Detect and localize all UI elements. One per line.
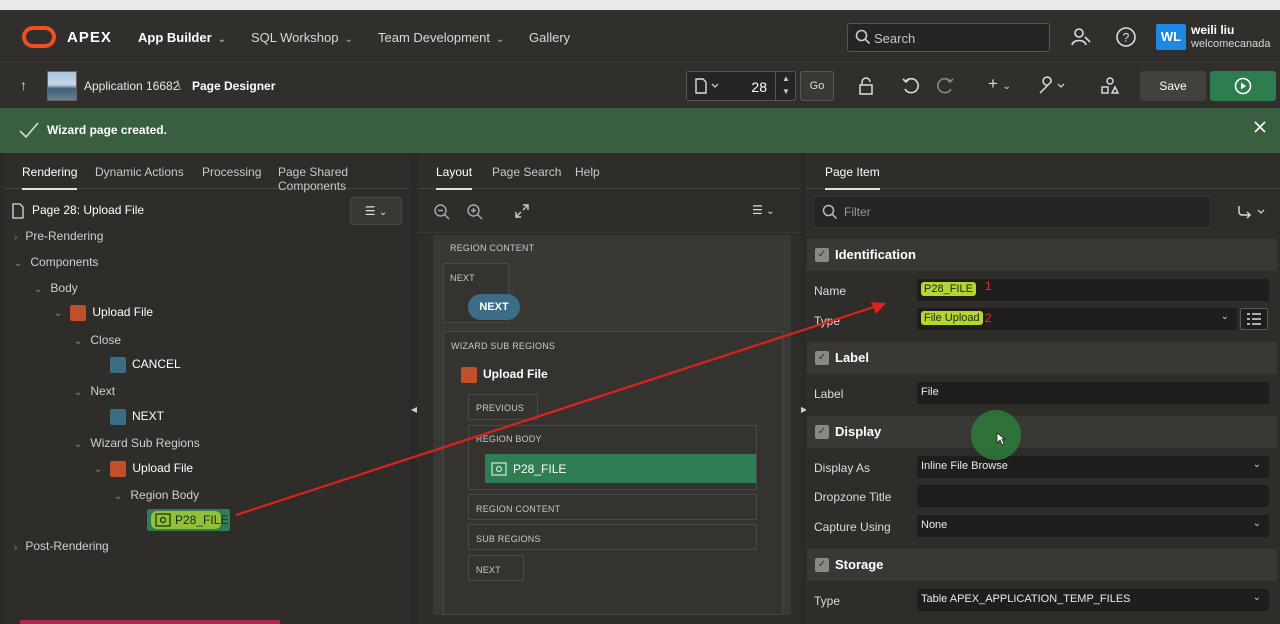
bottom-accent-strip xyxy=(20,620,280,624)
annotation-arrow xyxy=(235,302,886,517)
